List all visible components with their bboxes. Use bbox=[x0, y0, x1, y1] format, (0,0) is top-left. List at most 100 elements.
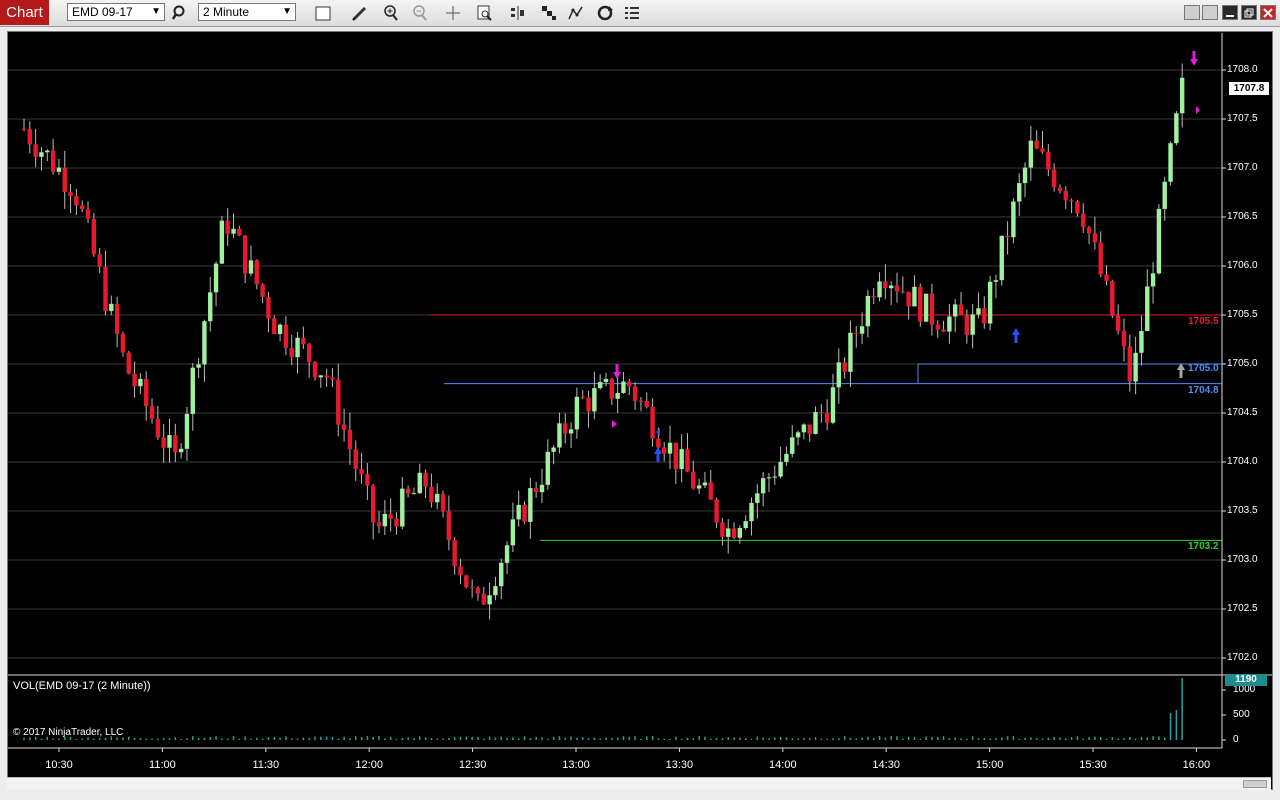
candle-body bbox=[1156, 208, 1162, 274]
candle-body bbox=[283, 324, 289, 349]
candle-body bbox=[330, 377, 335, 380]
candle-body bbox=[580, 396, 585, 398]
time-axis-label: 11:00 bbox=[149, 759, 176, 771]
candle-body bbox=[260, 284, 265, 298]
candle-body bbox=[91, 218, 97, 255]
candle-body bbox=[691, 471, 696, 489]
candle-body bbox=[760, 478, 766, 494]
candle-body bbox=[737, 527, 743, 538]
price-axis-label: 1708.0 bbox=[1227, 64, 1258, 75]
time-axis-label: 16:00 bbox=[1182, 759, 1211, 771]
last-volume-tag: 1190 bbox=[1225, 674, 1267, 686]
candle-body bbox=[173, 435, 178, 453]
candle-body bbox=[528, 488, 533, 522]
candle-body bbox=[929, 293, 935, 325]
candle-body bbox=[27, 129, 33, 145]
candle-body bbox=[1075, 201, 1080, 214]
candle-body bbox=[1086, 227, 1092, 234]
price-level-label: 1703.2 bbox=[1188, 541, 1219, 553]
candle-body bbox=[801, 424, 807, 433]
time-axis-label: 10:30 bbox=[45, 759, 73, 771]
candle-body bbox=[341, 424, 347, 430]
candle-body bbox=[923, 293, 929, 322]
candle-body bbox=[1005, 235, 1010, 238]
candle-body bbox=[161, 437, 166, 448]
copyright-notice: © 2017 NinjaTrader, LLC bbox=[13, 727, 124, 738]
scrollbar-thumb[interactable] bbox=[1243, 780, 1267, 788]
candle-body bbox=[609, 378, 615, 399]
candle-body bbox=[615, 392, 620, 399]
candle-body bbox=[301, 337, 306, 345]
candle-body bbox=[1121, 331, 1127, 347]
candle-body bbox=[272, 318, 277, 335]
candle-body bbox=[371, 485, 376, 523]
time-axis-label: 15:30 bbox=[1079, 759, 1107, 771]
candle-body bbox=[475, 587, 481, 594]
candle-body bbox=[80, 205, 85, 210]
candle-body bbox=[1127, 346, 1132, 382]
candle-body bbox=[481, 593, 486, 605]
candle-body bbox=[1098, 242, 1103, 275]
candle-body bbox=[469, 587, 475, 589]
candle-body bbox=[365, 474, 370, 486]
candle-body bbox=[167, 435, 172, 448]
candle-body bbox=[1034, 140, 1039, 149]
candle-body bbox=[830, 387, 836, 423]
candle-body bbox=[563, 423, 568, 434]
candle-body bbox=[778, 461, 783, 477]
candle-body bbox=[248, 260, 254, 274]
candle-body bbox=[819, 412, 824, 414]
candle-body bbox=[242, 235, 248, 274]
volume-axis-label: 500 bbox=[1233, 709, 1250, 720]
candle-body bbox=[551, 447, 556, 452]
candle-body bbox=[411, 493, 417, 495]
candle-body bbox=[1028, 140, 1034, 168]
candle-body bbox=[673, 442, 679, 470]
candle-body bbox=[33, 144, 38, 157]
price-chart[interactable] bbox=[0, 0, 1280, 800]
candle-body bbox=[103, 266, 108, 312]
candle-body bbox=[603, 378, 609, 383]
candle-body bbox=[149, 406, 155, 419]
candle-body bbox=[74, 196, 79, 206]
candle-body bbox=[1069, 200, 1074, 202]
candle-body bbox=[592, 388, 597, 412]
candle-body bbox=[824, 413, 830, 423]
exit-marker-icon bbox=[1196, 106, 1200, 114]
last-price-tag: 1707.8 bbox=[1229, 82, 1269, 95]
arrow-shaft bbox=[1192, 51, 1196, 59]
candle-body bbox=[1168, 143, 1173, 182]
candle-body bbox=[999, 235, 1004, 281]
time-axis-label: 14:00 bbox=[769, 759, 797, 771]
candle-body bbox=[982, 308, 987, 324]
time-axis-label: 13:00 bbox=[562, 759, 590, 771]
arrow-shaft bbox=[1179, 370, 1183, 378]
candle-body bbox=[1104, 274, 1109, 281]
candle-body bbox=[726, 528, 731, 537]
candle-body bbox=[545, 451, 550, 485]
horizontal-scrollbar[interactable] bbox=[7, 777, 1271, 790]
candle-body bbox=[435, 493, 440, 503]
price-axis-label: 1706.5 bbox=[1227, 211, 1258, 222]
candle-body bbox=[743, 521, 748, 528]
candle-body bbox=[62, 167, 67, 192]
candle-body bbox=[499, 562, 504, 587]
candle-body bbox=[487, 595, 492, 605]
candle-body bbox=[772, 476, 777, 478]
candle-body bbox=[423, 472, 428, 487]
candle-body bbox=[894, 285, 900, 292]
candle-body bbox=[318, 375, 324, 378]
candle-body bbox=[225, 220, 230, 234]
candle-body bbox=[132, 373, 137, 387]
candle-body bbox=[662, 447, 667, 454]
candle-body bbox=[784, 453, 789, 462]
candle-body bbox=[1115, 315, 1121, 332]
price-axis-label: 1704.5 bbox=[1227, 407, 1258, 418]
candle-body bbox=[987, 281, 993, 324]
candle-body bbox=[964, 315, 970, 335]
candle-body bbox=[178, 448, 184, 453]
candle-body bbox=[388, 513, 393, 519]
arrow-shaft bbox=[656, 454, 660, 462]
buy-arrow-icon bbox=[1012, 328, 1020, 335]
candle-body bbox=[213, 263, 219, 293]
